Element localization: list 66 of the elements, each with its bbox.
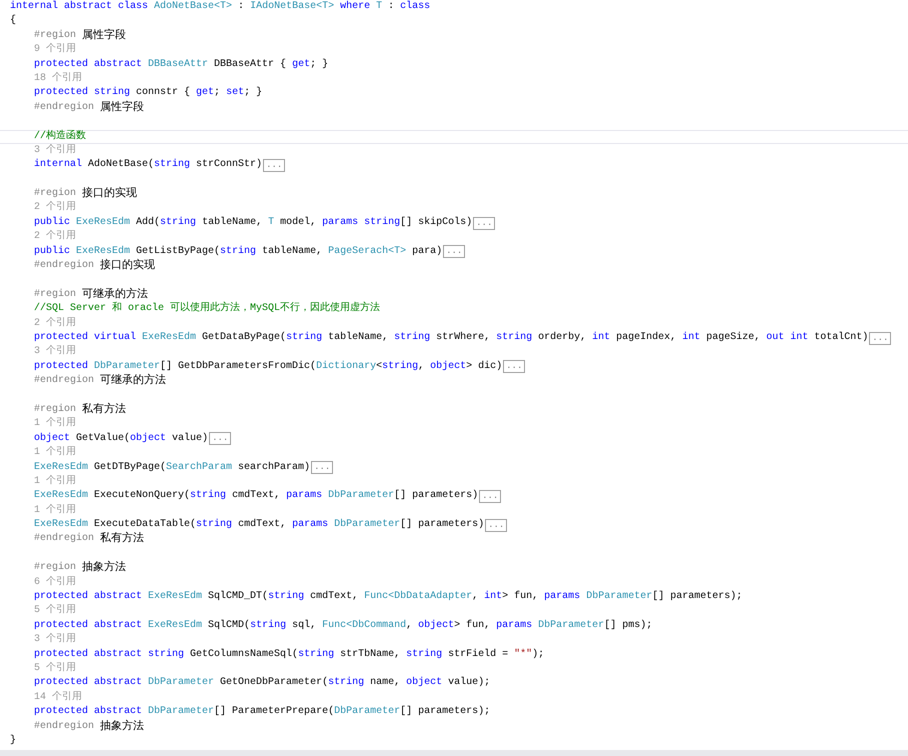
code-line: protected DbParameter[] GetDbParametersFromDic(Dictionary<string, object> dic) (34, 360, 502, 374)
region-directive: #endregion (34, 259, 94, 274)
reference-count-link[interactable]: 5 个引用 (34, 662, 76, 676)
region-directive: #region (34, 28, 76, 43)
reference-count-link[interactable]: 1 个引用 (34, 474, 76, 490)
region-name: 可继承的方法 (82, 288, 148, 302)
region-directive: #endregion (34, 100, 94, 115)
collapsed-block-button[interactable]: ... (503, 360, 526, 374)
reference-count-link[interactable]: 14 个引用 (34, 690, 82, 706)
region-directive: #endregion (34, 374, 94, 388)
reference-count-link[interactable]: 2 个引用 (34, 316, 76, 331)
region-name: 接口的实现 (100, 259, 156, 274)
code-line: protected abstract ExeResEdm SqlCMD_DT(string cmdText, Func<DbDataAdapter, int> fun, params DbParameter[] parameters); (34, 590, 742, 604)
region-directive: #endregion (34, 532, 94, 546)
code-comment: //SQL Server 和 oracle 可以使用此方法，MySQL不行，因此使用虚方法 (34, 302, 380, 316)
region-name: 抽象方法 (100, 720, 144, 734)
code-line: protected abstract DbParameter GetOneDbParameter(string name, object value); (34, 676, 490, 690)
region-directive: #region (34, 187, 76, 201)
code-line: object GetValue(object value) (34, 432, 208, 446)
reference-count-link[interactable]: 3 个引用 (34, 633, 76, 648)
region-directive: #endregion (34, 720, 94, 734)
collapsed-block-button[interactable]: ... (443, 245, 466, 258)
region-name: 私有方法 (82, 402, 126, 418)
collapsed-block-button[interactable]: ... (869, 332, 892, 345)
code-line: internal abstract class AdoNetBase<T> : IAdoNetBase<T> where T : class (10, 0, 430, 14)
region-name: 属性字段 (100, 100, 144, 116)
reference-count-link[interactable]: 9 个引用 (34, 43, 76, 58)
region-directive: #region (34, 288, 76, 302)
region-name: 私有方法 (100, 532, 144, 547)
reference-count-link[interactable]: 2 个引用 (34, 230, 76, 245)
region-name: 可继承的方法 (100, 374, 166, 389)
region-name: 接口的实现 (82, 187, 138, 202)
code-line: } (10, 734, 16, 748)
code-comment: //构造函数 (34, 130, 86, 144)
code-line: protected virtual ExeResEdm GetDataByPage(string tableName, string strWhere, string orderby, int pageIndex, int pageSize, out int totalCnt) (34, 330, 868, 345)
region-directive: #region (34, 561, 76, 576)
code-line: { (10, 14, 16, 28)
reference-count-link[interactable]: 5 个引用 (34, 604, 76, 619)
collapsed-block-button[interactable]: ... (209, 432, 232, 446)
code-line: ExeResEdm ExecuteDataTable(string cmdText, params DbParameter[] parameters) (34, 518, 484, 532)
collapsed-block-button[interactable]: ... (473, 216, 496, 230)
reference-count-link[interactable]: 3 个引用 (34, 144, 76, 158)
code-line: protected abstract ExeResEdm SqlCMD(string sql, Func<DbCommand, object> fun, params DbParameter[] pms); (34, 618, 652, 633)
reference-count-link[interactable]: 1 个引用 (34, 446, 76, 461)
code-line: ExeResEdm ExecuteNonQuery(string cmdText, params DbParameter[] parameters) (34, 489, 478, 504)
region-name: 抽象方法 (82, 561, 126, 576)
code-line: ExeResEdm GetDTByPage(SearchParam searchParam) (34, 460, 310, 474)
reference-count-link[interactable]: 18 个引用 (34, 72, 82, 86)
region-name: 属性字段 (82, 28, 126, 44)
collapsed-block-button[interactable]: ... (311, 461, 334, 474)
code-line: public ExeResEdm GetListByPage(string tableName, PageSerach<T> para) (34, 244, 442, 258)
reference-count-link[interactable]: 6 个引用 (34, 576, 76, 590)
collapsed-block-button[interactable]: ... (263, 158, 286, 172)
code-line: internal AdoNetBase(string strConnStr) (34, 158, 262, 172)
code-line: protected abstract DbParameter[] ParameterPrepare(DbParameter[] parameters); (34, 705, 490, 720)
collapsed-block-button[interactable]: ... (479, 490, 502, 503)
collapsed-block-button[interactable]: ... (485, 518, 508, 532)
code-line: protected abstract string GetColumnsNameSql(string strTbName, string strField = "*"); (34, 648, 544, 662)
reference-count-link[interactable]: 1 个引用 (34, 417, 76, 432)
region-directive: #region (34, 402, 76, 417)
code-line: public ExeResEdm Add(string tableName, T model, params string[] skipCols) (34, 216, 472, 230)
reference-count-link[interactable]: 3 个引用 (34, 345, 76, 360)
reference-count-link[interactable]: 2 个引用 (34, 201, 76, 216)
code-line: protected abstract DBBaseAttr DBBaseAttr { get; } (34, 58, 328, 72)
reference-count-link[interactable]: 1 个引用 (34, 504, 76, 518)
code-line: protected string connstr { get; set; } (34, 86, 262, 100)
